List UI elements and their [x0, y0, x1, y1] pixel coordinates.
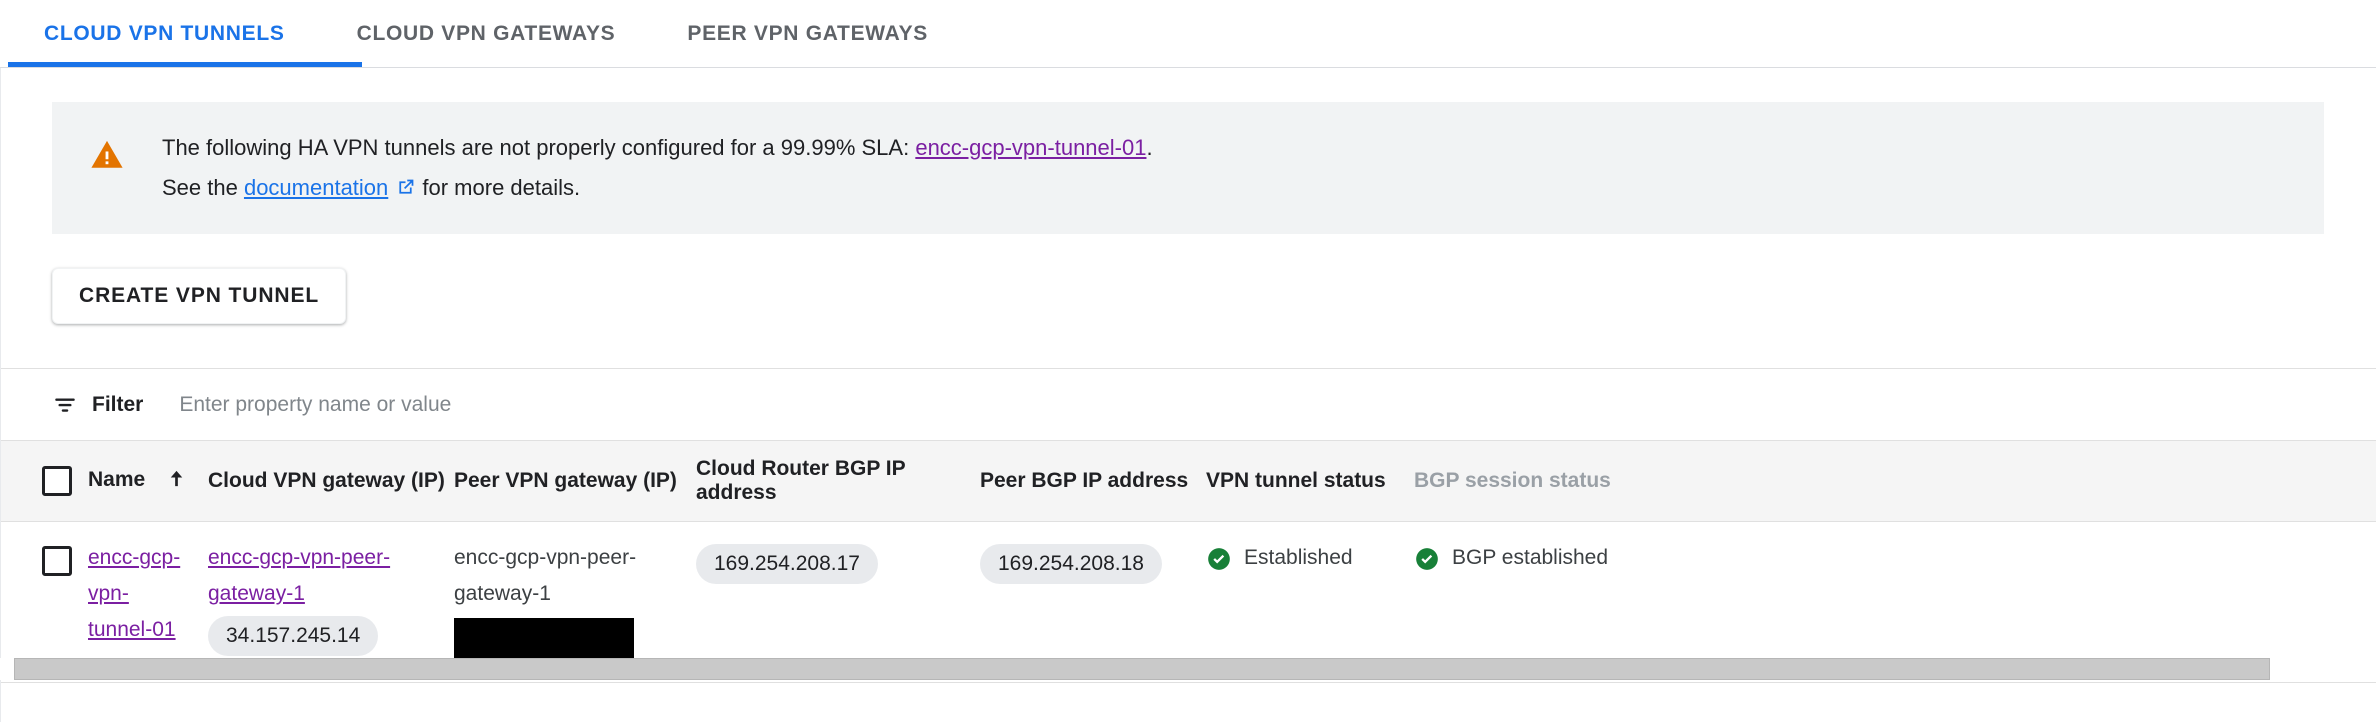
- column-header-cloud-vpn-gateway[interactable]: Cloud VPN gateway (IP): [208, 441, 454, 522]
- cloud-vpn-gateway-ip-chip: 34.157.245.14: [208, 616, 379, 656]
- table-header-row: Name Cloud VPN gateway (IP) Peer VPN gat…: [0, 441, 2376, 522]
- filter-bar: Filter: [0, 368, 2376, 440]
- tab-cloud-vpn-tunnels[interactable]: CLOUD VPN TUNNELS: [8, 0, 321, 67]
- banner-tunnel-link[interactable]: encc-gcp-vpn-tunnel-01: [915, 135, 1146, 160]
- documentation-link[interactable]: documentation: [244, 175, 388, 200]
- cloud-vpn-gateway-wrap: encc-gcp-vpn-peer-gateway-1 34.157.245.1…: [208, 540, 454, 656]
- warning-triangle-icon: [90, 138, 124, 172]
- bgp-session-status-badge: BGP established: [1414, 540, 2376, 576]
- peer-bgp-ip-wrap: 169.254.208.18: [980, 540, 1206, 584]
- column-header-bgp-session-status[interactable]: BGP session status: [1414, 441, 2376, 522]
- banner-line2-prefix: See the: [162, 175, 244, 200]
- select-all-header: [0, 441, 88, 522]
- left-edge-rail: [0, 68, 1, 722]
- select-all-checkbox[interactable]: [42, 466, 72, 496]
- tab-bar: CLOUD VPN TUNNELS CLOUD VPN GATEWAYS PEE…: [0, 0, 2376, 68]
- name-cell-wrap: encc-gcp-vpn-tunnel-01: [88, 540, 208, 648]
- column-header-peer-vpn-gateway[interactable]: Peer VPN gateway (IP): [454, 441, 696, 522]
- filter-input[interactable]: [177, 391, 878, 418]
- column-header-peer-bgp-ip[interactable]: Peer BGP IP address: [980, 441, 1206, 522]
- vpn-tunnel-status-text: Established: [1244, 546, 1353, 569]
- column-header-name[interactable]: Name: [88, 441, 208, 522]
- bgp-session-status-text: BGP established: [1452, 546, 1609, 569]
- column-header-vpn-tunnel-status[interactable]: VPN tunnel status: [1206, 441, 1414, 522]
- cloud-router-bgp-ip-wrap: 169.254.208.17: [696, 540, 980, 584]
- vpn-tunnels-table: Name Cloud VPN gateway (IP) Peer VPN gat…: [0, 440, 2376, 683]
- peer-vpn-gateway-ip-redaction: [454, 618, 634, 660]
- banner-text: The following HA VPN tunnels are not pro…: [162, 128, 1153, 208]
- banner-line-1: The following HA VPN tunnels are not pro…: [162, 128, 1153, 168]
- row-checkbox[interactable]: [42, 546, 72, 576]
- peer-vpn-gateway-text: encc-gcp-vpn-peer-gateway-1: [454, 546, 637, 605]
- cloud-vpn-gateway-link[interactable]: encc-gcp-vpn-peer-gateway-1: [208, 546, 390, 605]
- tab-cloud-vpn-gateways[interactable]: CLOUD VPN GATEWAYS: [321, 0, 652, 67]
- check-circle-icon: [1414, 546, 1440, 572]
- active-tab-indicator: [8, 62, 362, 67]
- sort-ascending-icon[interactable]: [165, 467, 188, 496]
- toolbar: CREATE VPN TUNNEL: [0, 234, 2376, 324]
- tab-peer-vpn-gateways[interactable]: PEER VPN GATEWAYS: [651, 0, 964, 67]
- column-header-name-label: Name: [88, 467, 146, 491]
- banner-line1-prefix: The following HA VPN tunnels are not pro…: [162, 135, 916, 160]
- banner-line1-suffix: .: [1146, 135, 1153, 160]
- sla-warning-banner: The following HA VPN tunnels are not pro…: [52, 102, 2324, 234]
- check-circle-icon: [1206, 546, 1232, 572]
- filter-icon[interactable]: [52, 392, 78, 418]
- create-vpn-tunnel-button[interactable]: CREATE VPN TUNNEL: [52, 268, 347, 324]
- banner-line2-suffix: for more details.: [416, 175, 581, 200]
- external-link-icon[interactable]: [395, 171, 416, 194]
- vpn-tunnel-status-badge: Established: [1206, 540, 1414, 576]
- filter-label: Filter: [92, 392, 144, 416]
- column-header-cloud-router-bgp-ip[interactable]: Cloud Router BGP IP address: [696, 441, 980, 522]
- horizontal-scrollbar-track[interactable]: [0, 658, 2376, 680]
- cloud-router-bgp-ip-chip: 169.254.208.17: [696, 544, 878, 584]
- banner-line-2: See the documentation for more details.: [162, 168, 1153, 208]
- page-content: The following HA VPN tunnels are not pro…: [0, 102, 2376, 683]
- horizontal-scrollbar-thumb[interactable]: [14, 658, 2270, 680]
- peer-bgp-ip-chip: 169.254.208.18: [980, 544, 1162, 584]
- peer-vpn-gateway-wrap: encc-gcp-vpn-peer-gateway-1: [454, 540, 696, 660]
- tunnel-name-link[interactable]: encc-gcp-vpn-tunnel-01: [88, 546, 180, 641]
